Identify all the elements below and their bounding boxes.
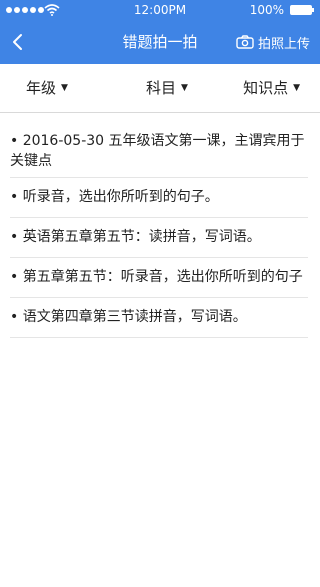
dropdown-arrow-icon: ▼	[181, 82, 188, 93]
list-item[interactable]: • 听录音，选出你所听到的句子。	[10, 178, 308, 218]
status-bar: 12:00PM 100%	[0, 0, 320, 20]
battery-icon	[290, 5, 314, 15]
knowledge-point-filter-label: 知识点	[243, 79, 289, 97]
photo-upload-label: 拍照上传	[257, 36, 310, 52]
subject-filter[interactable]: 科目 ▼	[146, 64, 188, 112]
photo-upload-button[interactable]: 拍照上传	[236, 20, 310, 64]
dropdown-arrow-icon: ▼	[293, 82, 300, 93]
grade-filter[interactable]: 年级 ▼	[26, 64, 68, 112]
battery-percent: 100%	[249, 3, 284, 17]
knowledge-point-filter[interactable]: 知识点 ▼	[243, 64, 300, 112]
dropdown-arrow-icon: ▼	[61, 82, 68, 93]
list-item[interactable]: • 第五章第五节：听录音，选出你所听到的句子	[10, 258, 308, 298]
top-bar: 12:00PM 100% 错题拍一拍 拍照上传	[0, 0, 320, 64]
filter-bar: 年级 ▼ 科目 ▼ 知识点 ▼	[0, 64, 320, 113]
nav-bar: 错题拍一拍 拍照上传	[0, 20, 320, 64]
list-item[interactable]: • 2016-05-30 五年级语文第一课，主谓宾用于关键点	[10, 122, 308, 178]
subject-filter-label: 科目	[146, 79, 177, 97]
list-item[interactable]: • 英语第五章第五节：读拼音，写词语。	[10, 218, 308, 258]
mistake-list: • 2016-05-30 五年级语文第一课，主谓宾用于关键点 • 听录音，选出你…	[10, 122, 308, 338]
camera-icon	[236, 35, 254, 49]
grade-filter-label: 年级	[26, 79, 57, 97]
list-item[interactable]: • 语文第四章第三节读拼音，写词语。	[10, 298, 308, 338]
